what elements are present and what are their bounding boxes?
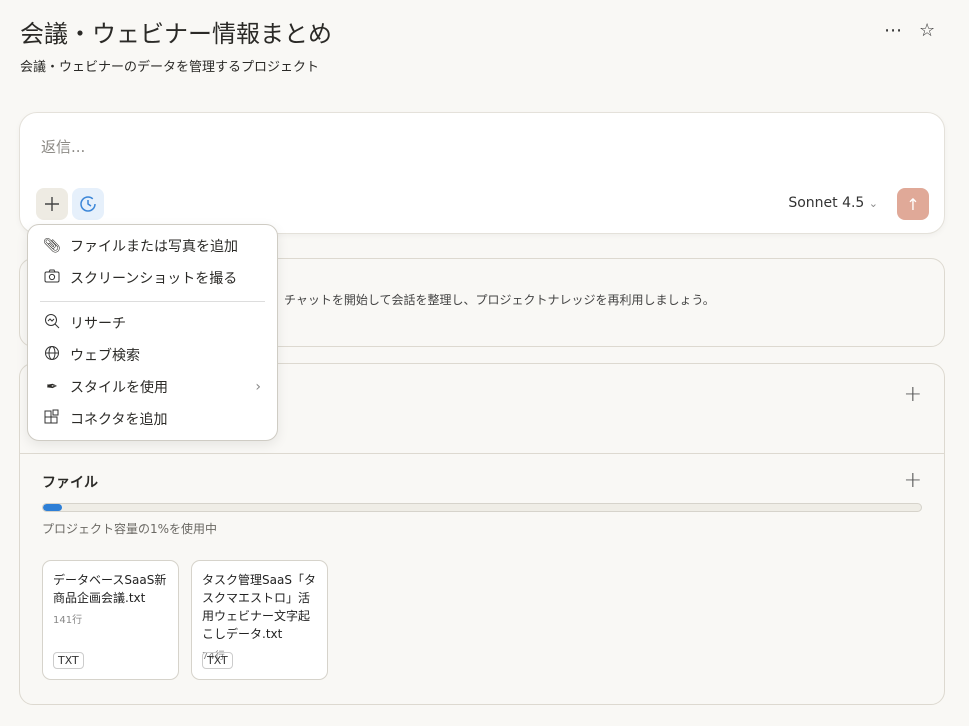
- menu-item-label: ウェブ検索: [70, 348, 140, 364]
- chevron-right-icon: ›: [255, 379, 261, 395]
- model-selector[interactable]: Sonnet 4.5 ⌄: [788, 195, 878, 211]
- add-instructions-icon[interactable]: +: [904, 382, 922, 407]
- camera-icon: [42, 269, 62, 287]
- history-button[interactable]: [72, 188, 104, 220]
- page-title: 会議・ウェビナー情報まとめ: [20, 20, 332, 48]
- capacity-fill: [43, 504, 63, 511]
- model-name: Sonnet 4.5: [788, 195, 865, 211]
- file-name: データベースSaaS新商品企画会議.txt: [53, 573, 167, 605]
- page-subtitle: 会議・ウェビナーのデータを管理するプロジェクト: [20, 60, 320, 75]
- add-file-icon[interactable]: +: [904, 468, 922, 493]
- plus-icon: [45, 197, 59, 211]
- add-menu: 📎︎ ファイルまたは写真を追加 スクリーンショットを撮る リサーチ ウェブ検索 ✒…: [27, 224, 278, 441]
- globe-icon: [42, 345, 62, 365]
- send-button[interactable]: ↑: [897, 188, 929, 220]
- menu-item-label: コネクタを追加: [70, 412, 168, 428]
- menu-item-style[interactable]: ✒︎ スタイルを使用 ›: [28, 372, 277, 402]
- file-type-badge: TXT: [53, 652, 84, 669]
- menu-divider: [40, 301, 265, 302]
- add-button[interactable]: [36, 188, 68, 220]
- file-card[interactable]: データベースSaaS新商品企画会議.txt 141行 TXT: [42, 560, 179, 680]
- menu-item-research[interactable]: リサーチ: [28, 308, 277, 338]
- research-icon: [42, 313, 62, 333]
- menu-item-label: スクリーンショットを撮る: [70, 271, 238, 287]
- paperclip-icon: 📎︎: [43, 238, 61, 254]
- menu-item-label: リサーチ: [70, 316, 126, 332]
- arrow-up-icon: ↑: [906, 194, 920, 214]
- file-name: タスク管理SaaS「タスクマエストロ」活用ウェビナー文字起こしデータ.txt: [202, 573, 316, 641]
- file-lines: 141行: [53, 615, 83, 626]
- more-options-icon[interactable]: ⋯: [884, 20, 902, 41]
- divider: [20, 453, 944, 454]
- file-type-badge: TXT: [202, 652, 233, 669]
- feather-icon: ✒︎: [46, 379, 58, 395]
- menu-item-label: スタイルを使用: [70, 380, 168, 396]
- menu-item-screenshot[interactable]: スクリーンショットを撮る: [28, 263, 277, 293]
- clock-icon: [80, 196, 96, 212]
- instructions-text: チャットを開始して会話を整理し、プロジェクトナレッジを再利用しましょう。: [284, 293, 715, 307]
- file-card[interactable]: タスク管理SaaS「タスクマエストロ」活用ウェビナー文字起こしデータ.txt 7…: [191, 560, 328, 680]
- capacity-bar: [42, 503, 922, 512]
- star-icon[interactable]: ☆: [919, 20, 935, 41]
- menu-item-add-file[interactable]: 📎︎ ファイルまたは写真を追加: [28, 231, 277, 261]
- menu-item-label: ファイルまたは写真を追加: [70, 239, 238, 255]
- menu-item-web-search[interactable]: ウェブ検索: [28, 340, 277, 370]
- capacity-text: プロジェクト容量の1%を使用中: [42, 522, 218, 536]
- reply-input[interactable]: 返信...: [41, 136, 85, 157]
- chevron-down-icon: ⌄: [868, 197, 878, 210]
- files-heading: ファイル: [42, 475, 98, 491]
- menu-item-add-connector[interactable]: コネクタを追加: [28, 404, 277, 434]
- chat-composer: 返信... Sonnet 4.5 ⌄ ↑: [19, 112, 945, 234]
- connector-icon: [42, 409, 62, 429]
